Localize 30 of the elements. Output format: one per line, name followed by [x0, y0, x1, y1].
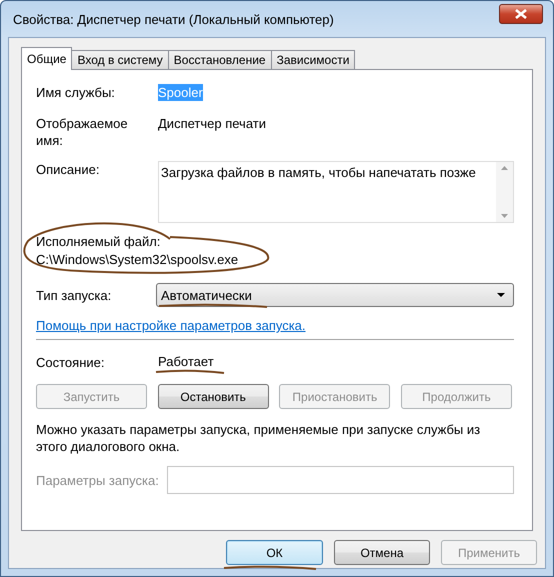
- close-button[interactable]: [499, 4, 543, 24]
- tab[interactable]: Восстановление: [168, 50, 272, 69]
- field-label: Состояние:: [36, 354, 106, 371]
- service-name-value: Spooler: [158, 84, 203, 101]
- field-label: Отображаемое имя:: [36, 115, 129, 149]
- close-icon: [515, 9, 527, 19]
- hint-text: Можно указать параметры запуска, применяемые при запуске службы из этого диалогового окна.: [36, 421, 482, 455]
- display-name-value: Диспетчер печати: [158, 115, 266, 132]
- field-label: Имя службы:: [36, 84, 116, 101]
- status-value: Работает: [158, 354, 214, 369]
- window-title: Свойства: Диспетчер печати (Локальный компьютер): [13, 12, 334, 26]
- scroll-up-icon: [501, 166, 508, 170]
- startup-type-value: Автоматически: [161, 288, 252, 302]
- dropdown-arrow-icon: [497, 293, 505, 297]
- tab[interactable]: Общие: [21, 47, 72, 70]
- tab[interactable]: Зависимости: [270, 50, 356, 69]
- dialog-button[interactable]: ОК: [226, 540, 323, 565]
- tab[interactable]: Вход в систему: [71, 50, 169, 69]
- dialog-button[interactable]: Отмена: [334, 540, 430, 565]
- startup-type-dropdown[interactable]: Автоматически: [156, 283, 514, 307]
- description-field[interactable]: Загрузка файлов в память, чтобы напечатать позже: [158, 161, 514, 223]
- field-label: Параметры запуска:: [36, 472, 159, 488]
- scrollbar[interactable]: [496, 162, 513, 222]
- field-label: Описание:: [36, 161, 100, 178]
- service-button[interactable]: Остановить: [158, 384, 269, 409]
- field-label: Тип запуска:: [36, 286, 112, 304]
- field-label: Исполняемый файл:: [36, 233, 162, 251]
- help-link[interactable]: Помощь при настройке параметров запуска.: [36, 318, 306, 333]
- scroll-down-icon: [501, 214, 508, 218]
- executable-path: C:\Windows\System32\spoolsv.exe: [36, 251, 238, 269]
